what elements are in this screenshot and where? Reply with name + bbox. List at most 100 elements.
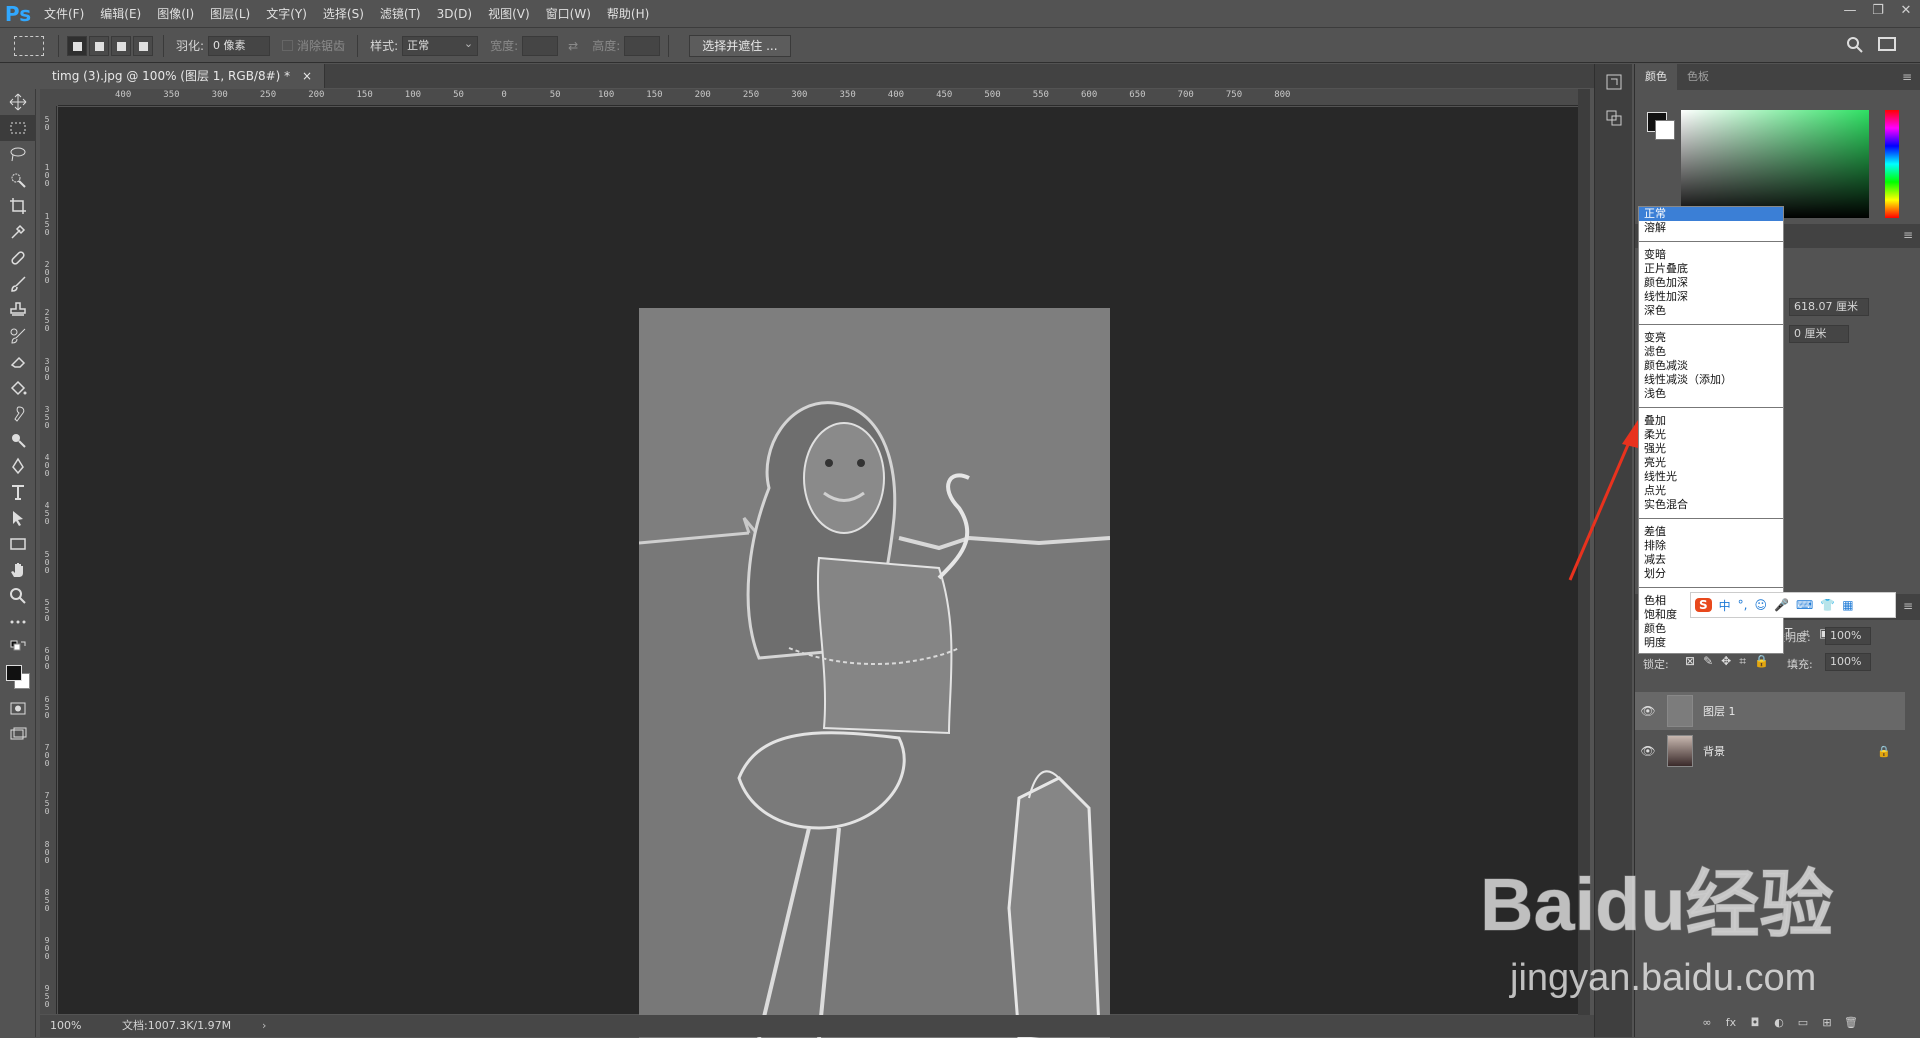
workspace-icon[interactable]: [1878, 37, 1896, 51]
foreground-color[interactable]: [6, 665, 22, 681]
subtract-selection-button[interactable]: [111, 35, 131, 56]
menu-item[interactable]: 文件(F): [36, 0, 92, 28]
blend-mode-option[interactable]: 划分: [1639, 567, 1783, 581]
blend-mode-option[interactable]: 深色: [1639, 304, 1783, 318]
blend-mode-option[interactable]: 排除: [1639, 539, 1783, 553]
more-tools-icon[interactable]: [0, 609, 36, 635]
opacity-input[interactable]: 100%: [1825, 627, 1871, 645]
lock-all-icon[interactable]: 🔒: [1754, 654, 1769, 669]
menu-item[interactable]: 帮助(H): [599, 0, 657, 28]
link-layers-icon[interactable]: ∞: [1695, 1016, 1719, 1036]
canvas-area[interactable]: [58, 107, 1578, 1038]
minimize-button[interactable]: —: [1836, 0, 1864, 24]
menu-item[interactable]: 图层(L): [202, 0, 258, 28]
intersect-selection-button[interactable]: [133, 35, 153, 56]
blend-mode-option[interactable]: 浅色: [1639, 387, 1783, 401]
blend-mode-option[interactable]: 明度: [1639, 636, 1783, 650]
add-mask-icon[interactable]: ◘: [1743, 1016, 1767, 1036]
ime-button[interactable]: S: [1695, 598, 1712, 612]
quick-select-tool-icon[interactable]: [0, 167, 36, 193]
brush-tool-icon[interactable]: [0, 271, 36, 297]
history-panel-icon[interactable]: [1595, 64, 1633, 100]
blend-mode-option[interactable]: 点光: [1639, 484, 1783, 498]
document-tab[interactable]: timg (3).jpg @ 100% (图层 1, RGB/8#) * ×: [40, 64, 326, 88]
blend-mode-option[interactable]: 线性加深: [1639, 290, 1783, 304]
smudge-tool-icon[interactable]: [0, 401, 36, 427]
blend-mode-option[interactable]: 颜色加深: [1639, 276, 1783, 290]
path-select-tool-icon[interactable]: [0, 505, 36, 531]
dodge-tool-icon[interactable]: [0, 427, 36, 453]
layers-menu-icon[interactable]: ≡: [1903, 599, 1913, 613]
menu-item[interactable]: 窗口(W): [538, 0, 599, 28]
status-menu-arrow[interactable]: ›: [262, 1015, 266, 1037]
property-value-2[interactable]: 0 厘米: [1789, 325, 1849, 343]
history-brush-tool-icon[interactable]: [0, 323, 36, 349]
lock-position-icon[interactable]: ✥: [1721, 654, 1731, 669]
blend-mode-option[interactable]: 正常: [1639, 207, 1783, 221]
blend-mode-option[interactable]: 亮光: [1639, 456, 1783, 470]
blend-mode-option[interactable]: 减去: [1639, 553, 1783, 567]
menu-item[interactable]: 选择(S): [315, 0, 372, 28]
layer-row[interactable]: 👁 图层 1: [1635, 692, 1905, 730]
height-input[interactable]: [624, 35, 661, 56]
swap-icon[interactable]: ⇄: [568, 39, 578, 53]
blend-mode-option[interactable]: 变暗: [1639, 248, 1783, 262]
menu-item[interactable]: 编辑(E): [92, 0, 149, 28]
blend-mode-option[interactable]: 线性减淡（添加）: [1639, 373, 1783, 387]
paint-bucket-tool-icon[interactable]: [0, 375, 36, 401]
hand-tool-icon[interactable]: [0, 557, 36, 583]
select-and-mask-button[interactable]: 选择并遮住 ...: [689, 34, 791, 57]
stamp-tool-icon[interactable]: [0, 297, 36, 323]
properties-panel-icon[interactable]: [1595, 100, 1633, 136]
blend-mode-dropdown[interactable]: 正常 溶解 变暗 正片叠底 颜色加深 线性加深 深色 变亮 滤色 颜色减淡 线性减淡（添加） 浅色 叠加…: [1638, 206, 1784, 654]
blend-mode-option[interactable]: 正片叠底: [1639, 262, 1783, 276]
blend-mode-option[interactable]: 强光: [1639, 442, 1783, 456]
crop-tool-icon[interactable]: [0, 193, 36, 219]
search-icon[interactable]: [1846, 36, 1864, 57]
healing-brush-tool-icon[interactable]: [0, 245, 36, 271]
ime-button[interactable]: ▦: [1842, 598, 1853, 612]
ime-button[interactable]: ☺: [1755, 598, 1768, 612]
blend-mode-option[interactable]: 线性光: [1639, 470, 1783, 484]
feather-input[interactable]: 0 像素: [208, 35, 271, 56]
lock-pixels-icon[interactable]: ✎: [1703, 654, 1713, 669]
lock-artboard-icon[interactable]: ⌗: [1739, 654, 1746, 669]
new-selection-button[interactable]: [67, 35, 87, 56]
type-tool-icon[interactable]: [0, 479, 36, 505]
document-image[interactable]: [639, 308, 1110, 1038]
visibility-eye-icon[interactable]: 👁: [1635, 704, 1661, 718]
layer-style-icon[interactable]: fx: [1719, 1016, 1743, 1036]
color-swatches[interactable]: [0, 661, 36, 695]
ime-button[interactable]: 中: [1719, 597, 1731, 614]
property-value-1[interactable]: 618.07 厘米: [1789, 298, 1869, 316]
default-colors-icon[interactable]: [0, 635, 36, 661]
tab-color[interactable]: 颜色: [1635, 64, 1677, 90]
eraser-tool-icon[interactable]: [0, 349, 36, 375]
blend-mode-option[interactable]: 叠加: [1639, 414, 1783, 428]
ime-button[interactable]: ⌨: [1796, 598, 1813, 612]
width-input[interactable]: [522, 35, 559, 56]
fill-input[interactable]: 100%: [1825, 653, 1871, 671]
menu-item[interactable]: 图像(I): [149, 0, 202, 28]
background-swatch[interactable]: [1655, 120, 1675, 140]
blend-mode-option[interactable]: 颜色: [1639, 622, 1783, 636]
tab-swatches[interactable]: 色板: [1677, 64, 1719, 90]
style-select[interactable]: 正常: [402, 35, 479, 56]
panel-menu-icon[interactable]: ≡: [1902, 70, 1912, 84]
color-panel-swatches[interactable]: [1647, 112, 1677, 142]
adjustment-layer-icon[interactable]: ◐: [1767, 1016, 1791, 1036]
menu-item[interactable]: 视图(V): [480, 0, 538, 28]
lasso-tool-icon[interactable]: [0, 141, 36, 167]
quick-mask-icon[interactable]: [0, 695, 36, 721]
blend-mode-option[interactable]: 变亮: [1639, 331, 1783, 345]
zoom-tool-icon[interactable]: [0, 583, 36, 609]
menu-item[interactable]: 文字(Y): [258, 0, 315, 28]
blend-mode-option[interactable]: 柔光: [1639, 428, 1783, 442]
blend-mode-option[interactable]: 溶解: [1639, 221, 1783, 235]
ime-button[interactable]: °,: [1738, 598, 1748, 612]
move-tool-icon[interactable]: [0, 89, 36, 115]
tab-close-icon[interactable]: ×: [302, 69, 312, 83]
lock-transparent-icon[interactable]: ⊠: [1685, 654, 1695, 669]
menu-item[interactable]: 3D(D): [429, 0, 480, 28]
new-layer-icon[interactable]: ⊞: [1815, 1016, 1839, 1036]
